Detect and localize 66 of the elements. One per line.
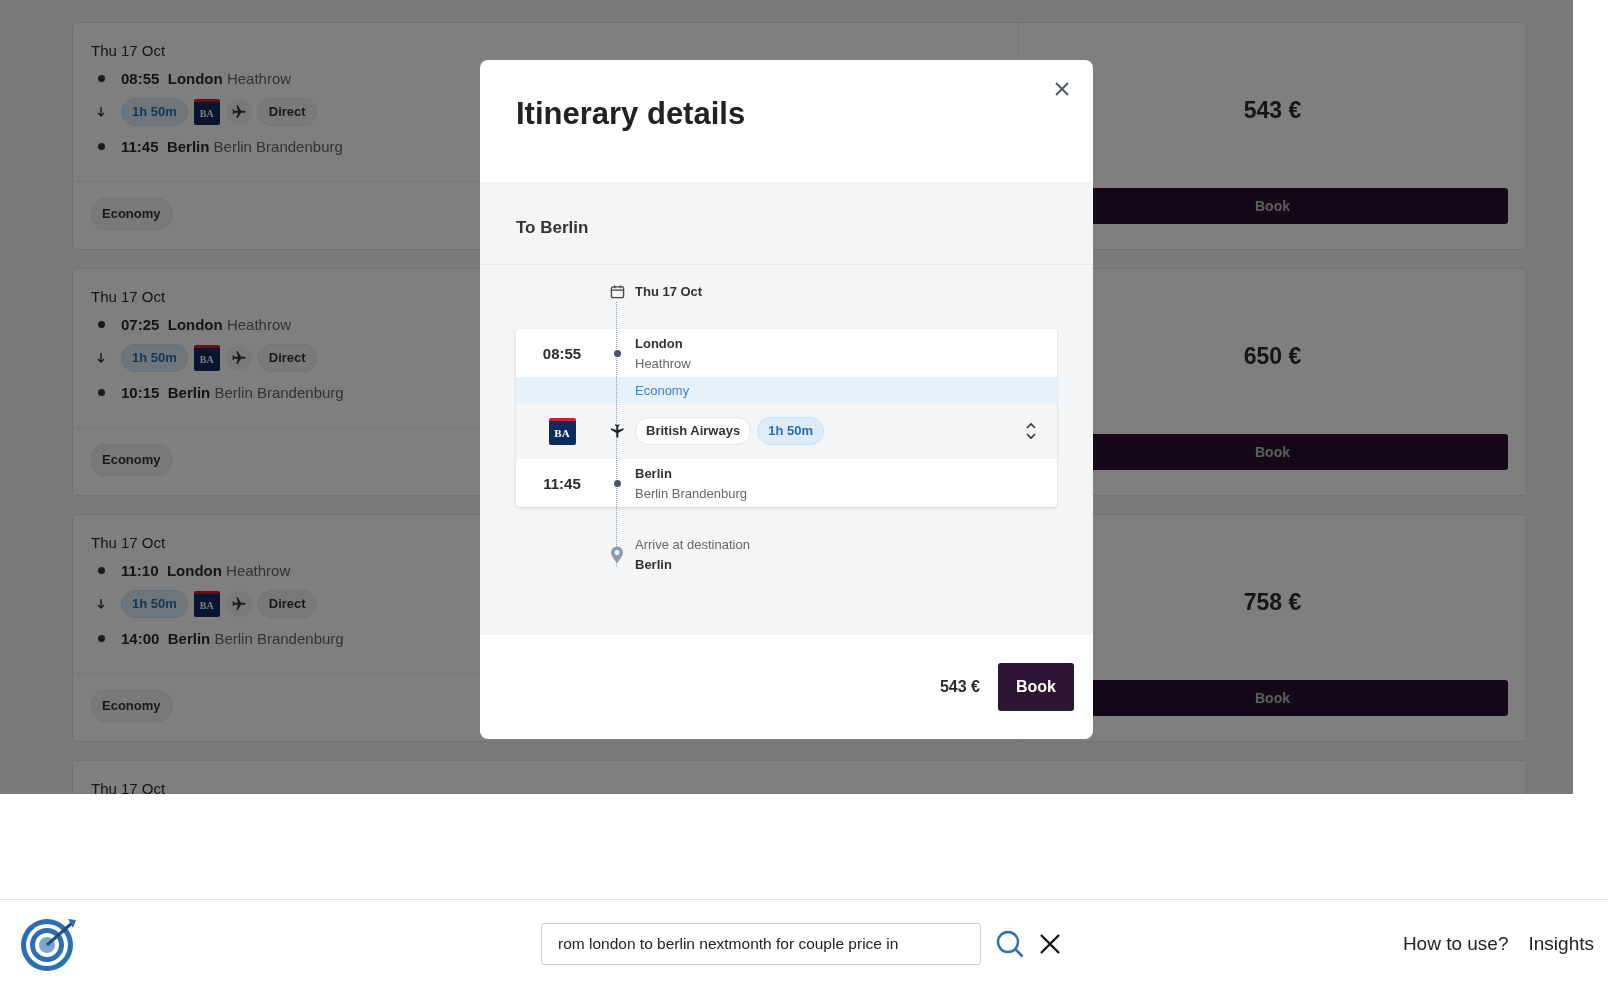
location-pin-icon <box>610 545 624 564</box>
calendar-icon <box>609 283 625 299</box>
price: 543 € <box>1243 97 1302 124</box>
search-field[interactable]: rom london to berlin nextmonth for couple price in <box>541 923 981 965</box>
airline-logo: BA <box>193 591 220 617</box>
timeline-dot <box>97 634 105 642</box>
dialog-title: Itinerary details <box>516 96 746 131</box>
clear-icon[interactable] <box>1039 933 1061 955</box>
arrival-info: 14:00 Berlin Berlin Brandenburg <box>121 629 344 647</box>
duration-chip: 1h 50m <box>121 98 188 126</box>
departure-info: 11:10 London Heathrow <box>121 561 291 579</box>
flight-date: Thu 17 Oct <box>91 287 166 307</box>
departure-info: 07:25 London Heathrow <box>121 315 292 333</box>
arrival-city: Berlin <box>635 465 673 481</box>
timeline-dot <box>613 349 621 357</box>
expand-icon[interactable] <box>1025 421 1037 441</box>
duration-chip: 1h 50m <box>757 417 824 445</box>
timeline-dot <box>97 320 105 328</box>
total-price: 543 € <box>939 678 980 696</box>
flight-date: Thu 17 Oct <box>91 41 166 61</box>
nav-link[interactable]: How to use? <box>1402 933 1509 955</box>
price: 758 € <box>1243 589 1302 616</box>
departure-city: London <box>635 335 684 351</box>
arrival-info: 10:15 Berlin Berlin Brandenburg <box>121 383 344 401</box>
search-icon[interactable] <box>995 929 1025 959</box>
book-button[interactable]: Book <box>998 663 1074 711</box>
departure-time: 08:55 <box>541 344 583 362</box>
flight-date: Thu 17 Oct <box>91 533 166 553</box>
stops-chip: Direct <box>257 590 317 618</box>
arrow-down-icon <box>96 106 106 118</box>
departure-info: 08:55 London Heathrow <box>121 69 292 87</box>
arrival-info: 11:45 Berlin Berlin Brandenburg <box>121 137 343 155</box>
cabin-chip: Economy <box>91 198 172 230</box>
airline-logo: BA <box>548 417 576 445</box>
arrival-time: 11:45 <box>542 474 582 492</box>
cabin-chip: Economy <box>91 690 172 722</box>
destination-city: Berlin <box>635 557 673 572</box>
duration-chip: 1h 50m <box>121 344 188 372</box>
section-title: To Berlin <box>516 218 589 237</box>
price: 650 € <box>1243 343 1302 370</box>
cabin-chip: Economy <box>91 444 172 476</box>
arrival-airport: Berlin Brandenburg <box>635 485 749 501</box>
plane-icon <box>609 423 625 439</box>
stops-chip: Direct <box>257 98 317 126</box>
timeline-dot <box>97 142 105 150</box>
plane-icon <box>225 345 252 371</box>
duration-chip: 1h 50m <box>121 590 188 618</box>
timeline-dot <box>613 479 621 487</box>
plane-icon <box>225 99 252 125</box>
timeline-dot <box>97 74 105 82</box>
plane-icon <box>225 591 252 617</box>
timeline-dot <box>97 566 105 574</box>
airline-logo: BA <box>193 99 220 125</box>
close-icon[interactable] <box>1054 81 1070 97</box>
cabin-class: Economy <box>634 382 691 398</box>
destination-label: Arrive at destination <box>635 537 751 552</box>
arrow-down-icon <box>96 352 106 364</box>
travel-date: Thu 17 Oct <box>634 283 704 299</box>
timeline-dot <box>97 388 105 396</box>
nav-link[interactable]: Insights <box>1528 933 1594 955</box>
airline-chip: British Airways <box>635 417 752 445</box>
flight-date: Thu 17 Oct <box>91 779 166 794</box>
airline-logo: BA <box>193 345 220 371</box>
stops-chip: Direct <box>257 344 317 372</box>
departure-airport: Heathrow <box>635 355 692 371</box>
arrow-down-icon <box>96 598 106 610</box>
